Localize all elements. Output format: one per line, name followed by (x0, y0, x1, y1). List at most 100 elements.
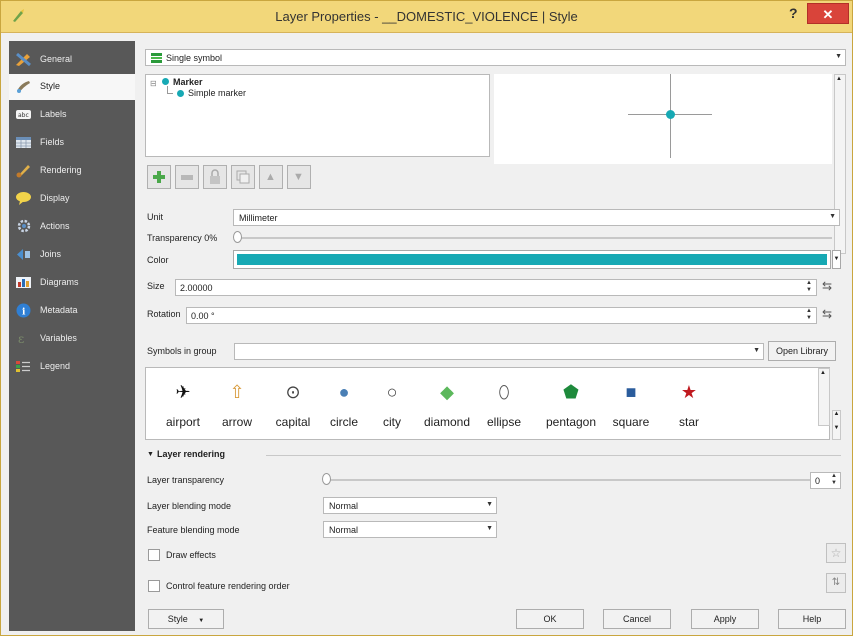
rotation-label: Rotation (147, 309, 181, 319)
spin-arrows-icon[interactable]: ▲ ▼ (829, 473, 839, 488)
window-title: Layer Properties - __DOMESTIC_VIOLENCE |… (275, 9, 578, 24)
tree-item-marker[interactable]: Marker (173, 77, 203, 87)
remove-symbol-layer-button[interactable] (175, 165, 199, 189)
sidebar-item-labels[interactable]: abc Labels (9, 102, 135, 128)
layer-rendering-header[interactable]: Layer rendering (157, 449, 225, 459)
sidebar-item-diagrams[interactable]: Diagrams (9, 270, 135, 296)
color-button[interactable] (233, 250, 831, 269)
sidebar-item-variables[interactable]: ε Variables (9, 326, 135, 352)
control-order-checkbox[interactable] (148, 580, 160, 592)
sidebar-item-style[interactable]: Style (9, 74, 135, 100)
style-menu-button[interactable]: Style ▼ (148, 609, 224, 629)
sidebar-item-label: Diagrams (40, 277, 79, 287)
draw-effects-checkbox[interactable] (148, 549, 160, 561)
fields-table-icon (16, 137, 31, 148)
tree-item-simple-marker[interactable]: Simple marker (188, 88, 246, 98)
cancel-button[interactable]: Cancel (603, 609, 671, 629)
sidebar-item-joins[interactable]: Joins (9, 242, 135, 268)
symbol-name: ellipse (486, 415, 522, 429)
sidebar-item-label: Metadata (40, 305, 78, 315)
help-title-button[interactable]: ? (789, 5, 798, 21)
scroll-up-icon[interactable]: ▲ (820, 370, 826, 376)
remove-icon (181, 175, 193, 180)
layer-transparency-spinbox[interactable]: 0 ▲ ▼ (810, 472, 841, 489)
symbol-item-pentagon[interactable]: ⬟ pentagon (535, 368, 607, 440)
layer-properties-dialog: Layer Properties - __DOMESTIC_VIOLENCE |… (0, 0, 853, 636)
rotation-spinbox[interactable]: 0.00 ° ▲ ▼ (186, 307, 817, 324)
rotation-value: 0.00 ° (191, 311, 215, 321)
sidebar-item-fields[interactable]: Fields (9, 130, 135, 156)
symbol-name: airport (165, 415, 200, 429)
renderer-combo[interactable]: Single symbol ▼ (145, 49, 846, 66)
apply-button[interactable]: Apply (691, 609, 759, 629)
transparency-label: Transparency 0% (147, 233, 218, 243)
symbol-group-combo[interactable]: ▼ (234, 343, 764, 360)
chevron-down-icon: ▼ (486, 501, 493, 508)
symbol-library-list: ✈ airport ⇧ arrow ⊙ capital ● circle ○ c… (145, 367, 841, 440)
sidebar-item-rendering[interactable]: Rendering (9, 158, 135, 184)
chevron-down-icon: ▼ (753, 347, 760, 354)
star-icon: ★ (680, 382, 698, 402)
symbol-name: square (612, 415, 650, 429)
add-symbol-layer-button[interactable] (147, 165, 171, 189)
collapse-toggle-icon[interactable]: ⊟ (150, 79, 157, 88)
symbol-item-airport[interactable]: ✈ airport (153, 368, 213, 440)
layer-blending-combo[interactable]: Normal ▼ (323, 497, 497, 514)
sidebar-item-label: Actions (40, 221, 70, 231)
size-spinbox[interactable]: 2.00000 ▲ ▼ (175, 279, 817, 296)
sidebar-item-label: Rendering (40, 165, 82, 175)
move-up-button[interactable]: ▲ (259, 165, 283, 189)
sidebar-item-label: Fields (40, 137, 65, 147)
collapse-arrow-icon[interactable]: ▼ (147, 451, 154, 458)
style-panel: Single symbol ▼ ⊟ Marker Simple marker ▲ (142, 41, 846, 631)
lock-layer-button[interactable] (203, 165, 227, 189)
symbol-name: city (383, 415, 401, 429)
symbol-item-ellipse[interactable]: ⬯ ellipse (474, 368, 534, 440)
symbol-size-spinner[interactable]: ▲ ▼ (832, 410, 841, 440)
close-button[interactable]: ✕ (807, 3, 849, 24)
symbol-name: diamond (423, 415, 471, 429)
sidebar-item-legend[interactable]: Legend (9, 354, 135, 380)
sidebar-item-general[interactable]: General (9, 47, 135, 73)
sidebar-item-metadata[interactable]: i Metadata (9, 298, 135, 324)
open-library-button[interactable]: Open Library (768, 341, 836, 361)
spin-arrows-icon[interactable]: ▲ ▼ (804, 308, 814, 323)
scroll-up-icon[interactable]: ▲ (836, 76, 842, 82)
svg-text:ε: ε (18, 332, 24, 346)
symbol-item-city[interactable]: ○ city (362, 368, 422, 440)
transparency-slider-handle[interactable] (233, 231, 242, 243)
sidebar-item-display[interactable]: Display (9, 186, 135, 212)
duplicate-layer-button[interactable] (231, 165, 255, 189)
single-symbol-icon (151, 53, 162, 63)
symbol-list-scrollbar[interactable]: ▲ (818, 368, 830, 426)
symbol-item-square[interactable]: ■ square (601, 368, 661, 440)
title-bar: Layer Properties - __DOMESTIC_VIOLENCE |… (1, 1, 852, 33)
svg-text:i: i (22, 308, 26, 318)
data-defined-override-icon[interactable]: ⇆ (822, 279, 832, 293)
feature-blending-combo[interactable]: Normal ▼ (323, 521, 497, 538)
effects-star-button[interactable]: ☆ (826, 543, 846, 563)
layer-blending-value: Normal (329, 501, 359, 511)
chevron-down-icon: ▼ (835, 53, 842, 60)
layer-transparency-slider-handle[interactable] (322, 473, 331, 485)
spin-arrows-icon[interactable]: ▲ ▼ (804, 280, 814, 295)
preview-scrollbar[interactable]: ▲ (834, 74, 846, 254)
sidebar-item-actions[interactable]: Actions (9, 214, 135, 240)
data-defined-override-icon[interactable]: ⇆ (822, 307, 832, 321)
ok-button[interactable]: OK (516, 609, 584, 629)
unit-combo[interactable]: Millimeter ▼ (233, 209, 840, 226)
order-by-button[interactable]: ⇅ (826, 573, 846, 593)
lock-icon (210, 169, 220, 184)
joins-icon (17, 249, 30, 260)
sort-az-icon: ⇅ (831, 577, 841, 588)
duplicate-icon (236, 170, 250, 184)
symbol-item-arrow[interactable]: ⇧ arrow (207, 368, 267, 440)
symbol-item-diamond[interactable]: ◆ diamond (417, 368, 477, 440)
color-menu-button[interactable]: ▼ (832, 250, 841, 269)
symbol-item-star[interactable]: ★ star (659, 368, 719, 440)
transparency-slider-track[interactable] (238, 237, 832, 239)
move-down-button[interactable]: ▼ (287, 165, 311, 189)
layer-transparency-slider-track[interactable] (328, 479, 828, 481)
symbol-name: pentagon (545, 415, 597, 429)
help-button[interactable]: Help (778, 609, 846, 629)
